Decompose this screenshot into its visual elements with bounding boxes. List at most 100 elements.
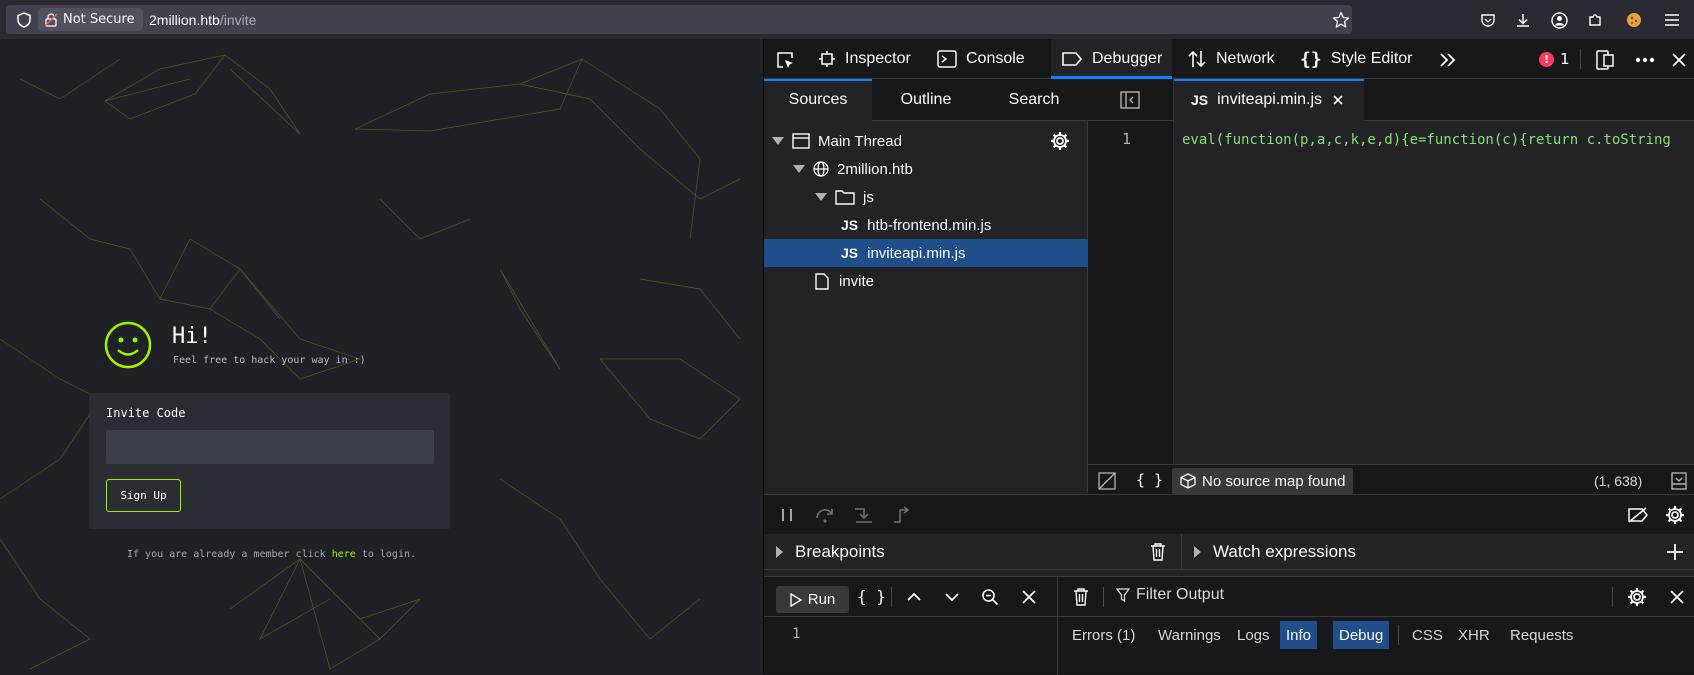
bookmark-star-icon[interactable] xyxy=(1331,10,1351,30)
clear-console-trash-icon[interactable] xyxy=(1070,586,1092,608)
source-map-toggle-icon[interactable] xyxy=(1096,470,1118,492)
filter-placeholder: Filter Output xyxy=(1136,586,1225,603)
code-line[interactable]: eval(function(p,a,c,k,e,d){e=function(c)… xyxy=(1182,132,1694,148)
console-pretty-print-button[interactable]: { } xyxy=(857,587,886,606)
step-in-icon[interactable] xyxy=(853,504,875,526)
pretty-print-button[interactable]: { } xyxy=(1136,471,1163,489)
collapse-triangle-icon xyxy=(776,546,783,558)
invite-code-input[interactable] xyxy=(106,430,434,464)
shield-icon[interactable] xyxy=(15,11,33,29)
toolbar-divider xyxy=(1580,49,1581,69)
invite-page: Hi! Feel free to hack your way in :) Inv… xyxy=(0,39,763,674)
document-icon xyxy=(815,272,829,290)
folder-label: js xyxy=(863,188,874,206)
watch-expressions-label: Watch expressions xyxy=(1213,542,1356,561)
debugger-settings-gear-icon[interactable] xyxy=(1664,504,1686,526)
console-settings-gear-icon[interactable] xyxy=(1626,586,1648,608)
toggle-panel-icon[interactable] xyxy=(1669,471,1689,491)
tab-console[interactable]: Console xyxy=(927,39,1035,79)
tab-network-label: Network xyxy=(1216,50,1275,67)
error-counter[interactable]: ! 1 xyxy=(1539,39,1570,79)
filter-errors[interactable]: Errors (1) xyxy=(1066,621,1141,649)
sources-subtabs: Sources Outline Search xyxy=(764,79,1088,121)
filter-output-input[interactable]: Filter Output xyxy=(1116,586,1224,604)
tab-outline[interactable]: Outline xyxy=(872,79,980,121)
not-secure-badge[interactable]: Not Secure xyxy=(38,8,143,31)
more-tools-chevron-icon[interactable] xyxy=(1437,49,1459,71)
tree-main-thread[interactable]: Main Thread xyxy=(764,127,1088,155)
close-devtools-icon[interactable] xyxy=(1668,49,1690,71)
close-console-icon[interactable] xyxy=(1018,586,1040,608)
tree-folder-js[interactable]: js xyxy=(764,183,1088,211)
responsive-design-icon[interactable] xyxy=(1594,49,1616,71)
js-file-icon: JS xyxy=(1191,92,1209,108)
tab-debugger-label: Debugger xyxy=(1092,50,1163,67)
tab-style-editor[interactable]: {} Style Editor xyxy=(1290,39,1423,79)
console-icon xyxy=(937,50,957,68)
run-button[interactable]: Run xyxy=(776,586,849,613)
filter-css[interactable]: CSS xyxy=(1406,621,1449,649)
extension-cookie-icon[interactable] xyxy=(1624,10,1644,30)
deactivate-breakpoints-icon[interactable] xyxy=(1626,504,1650,526)
pause-icon[interactable] xyxy=(776,504,798,526)
filter-info[interactable]: Info xyxy=(1280,621,1318,649)
watch-expressions-header[interactable]: Watch expressions xyxy=(1194,534,1356,570)
tree-file-htb-frontend[interactable]: JS htb-frontend.min.js xyxy=(764,211,1088,239)
toggle-sidebar-icon[interactable] xyxy=(1119,89,1141,111)
gear-icon[interactable] xyxy=(1050,131,1070,151)
login-link[interactable]: here xyxy=(332,549,356,560)
console-input-line-number[interactable]: 1 xyxy=(792,626,800,642)
element-picker-icon[interactable] xyxy=(774,49,796,71)
filter-requests[interactable]: Requests xyxy=(1504,621,1579,649)
globe-icon xyxy=(813,161,829,177)
downloads-icon[interactable] xyxy=(1513,10,1533,30)
pane-divider xyxy=(1181,534,1182,570)
smiley-icon xyxy=(104,321,152,369)
pocket-icon[interactable] xyxy=(1478,10,1498,30)
step-over-icon[interactable] xyxy=(814,504,836,526)
close-split-console-icon[interactable] xyxy=(1666,586,1688,608)
chevron-down-icon[interactable] xyxy=(941,586,963,608)
app-menu-icon[interactable] xyxy=(1662,10,1682,30)
extensions-icon[interactable] xyxy=(1585,10,1605,30)
more-options-icon[interactable] xyxy=(1634,49,1656,71)
tab-sources[interactable]: Sources xyxy=(764,79,872,121)
window-icon xyxy=(792,133,810,149)
editor-tab-inviteapi[interactable]: JS inviteapi.min.js xyxy=(1174,79,1364,121)
step-out-icon[interactable] xyxy=(891,504,913,526)
filter-xhr[interactable]: XHR xyxy=(1452,621,1496,649)
close-tab-icon[interactable] xyxy=(1332,94,1344,106)
filter-warnings[interactable]: Warnings xyxy=(1152,621,1227,649)
url-text[interactable]: 2million.htb/invite xyxy=(149,12,256,28)
breakpoints-header[interactable]: Breakpoints xyxy=(776,534,885,570)
expand-triangle-icon xyxy=(772,137,784,145)
tab-debugger[interactable]: Debugger xyxy=(1051,39,1173,79)
filter-logs[interactable]: Logs xyxy=(1231,621,1276,649)
js-file-icon: JS xyxy=(841,217,859,233)
zoom-search-icon[interactable] xyxy=(979,586,1001,608)
tab-sources-label: Sources xyxy=(788,91,848,108)
tree-file-inviteapi[interactable]: JS inviteapi.min.js xyxy=(764,239,1088,267)
add-watch-plus-icon[interactable] xyxy=(1664,541,1686,563)
sign-up-button[interactable]: Sign Up xyxy=(106,479,181,512)
debugger-controls xyxy=(764,494,1694,534)
tab-search[interactable]: Search xyxy=(980,79,1088,121)
line-number: 1 xyxy=(1122,130,1132,148)
url-path: /invite xyxy=(219,12,257,28)
filter-debug[interactable]: Debug xyxy=(1333,621,1390,649)
tab-inspector[interactable]: Inspector xyxy=(808,39,921,79)
tree-file-invite[interactable]: invite xyxy=(764,267,1088,295)
login-hint-prefix: If you are already a member click xyxy=(127,549,332,560)
expand-triangle-icon xyxy=(815,193,827,201)
trash-icon[interactable] xyxy=(1147,541,1169,563)
tab-search-label: Search xyxy=(1008,91,1060,108)
tab-outline-label: Outline xyxy=(900,91,952,108)
tree-host[interactable]: 2million.htb xyxy=(764,155,1088,183)
greeting-subtitle: Feel free to hack your way in :) xyxy=(173,355,366,366)
chevron-up-icon[interactable] xyxy=(903,586,925,608)
source-map-status[interactable]: No source map found xyxy=(1172,468,1354,494)
file-inviteapi-label: inviteapi.min.js xyxy=(867,244,966,262)
account-icon[interactable] xyxy=(1549,10,1569,30)
browser-toolbar: Not Secure 2million.htb/invite xyxy=(0,0,1694,39)
tab-network[interactable]: Network xyxy=(1177,39,1285,79)
